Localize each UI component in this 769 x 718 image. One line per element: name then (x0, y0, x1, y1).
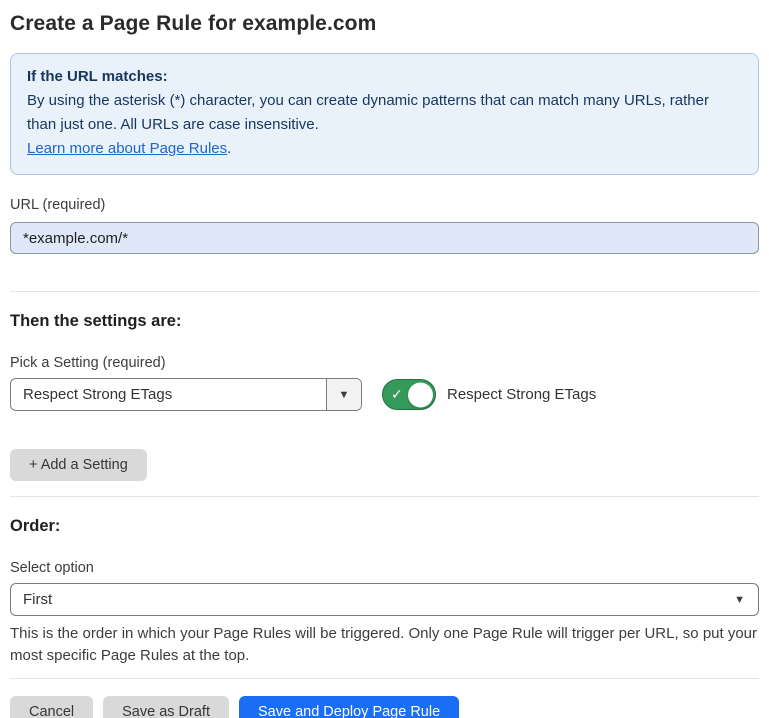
setting-row: Respect Strong ETags ▼ ✓ Respect Strong … (10, 378, 759, 411)
setting-select-arrow-segment[interactable]: ▼ (326, 379, 361, 410)
divider (10, 291, 759, 292)
chevron-down-icon: ▼ (339, 389, 350, 401)
link-suffix: . (227, 140, 231, 157)
order-help-text: This is the order in which your Page Rul… (10, 623, 759, 666)
url-input[interactable] (10, 222, 759, 254)
url-field-label: URL (required) (10, 197, 759, 213)
order-select-value: First (11, 584, 758, 615)
etag-toggle[interactable]: ✓ (382, 379, 436, 410)
order-select-label: Select option (10, 560, 759, 576)
order-select[interactable]: First ▼ (10, 583, 759, 616)
toggle-knob (408, 382, 433, 407)
cancel-button[interactable]: Cancel (10, 696, 93, 718)
info-box-heading: If the URL matches: (27, 65, 742, 89)
divider (10, 496, 759, 497)
url-match-info-box: If the URL matches: By using the asteris… (10, 53, 759, 175)
chevron-down-icon: ▼ (734, 594, 745, 606)
page-title: Create a Page Rule for example.com (10, 12, 759, 36)
info-box-body: By using the asterisk (*) character, you… (27, 89, 742, 137)
create-page-rule-form: Create a Page Rule for example.com If th… (0, 0, 769, 718)
learn-more-link[interactable]: Learn more about Page Rules (27, 140, 227, 157)
order-section-heading: Order: (10, 517, 759, 536)
divider (10, 678, 759, 679)
info-box-body-text: By using the asterisk (*) character, you… (27, 92, 709, 133)
pick-setting-label: Pick a Setting (required) (10, 355, 759, 371)
check-icon: ✓ (391, 386, 403, 403)
setting-select[interactable]: Respect Strong ETags ▼ (10, 378, 362, 411)
action-buttons: Cancel Save as Draft Save and Deploy Pag… (10, 696, 759, 718)
setting-select-value: Respect Strong ETags (11, 379, 326, 410)
save-draft-button[interactable]: Save as Draft (103, 696, 229, 718)
info-box-link-line: Learn more about Page Rules. (27, 137, 742, 161)
toggle-label: Respect Strong ETags (447, 386, 596, 403)
add-setting-button[interactable]: + Add a Setting (10, 449, 147, 481)
settings-section-heading: Then the settings are: (10, 312, 759, 331)
save-deploy-button[interactable]: Save and Deploy Page Rule (239, 696, 459, 718)
